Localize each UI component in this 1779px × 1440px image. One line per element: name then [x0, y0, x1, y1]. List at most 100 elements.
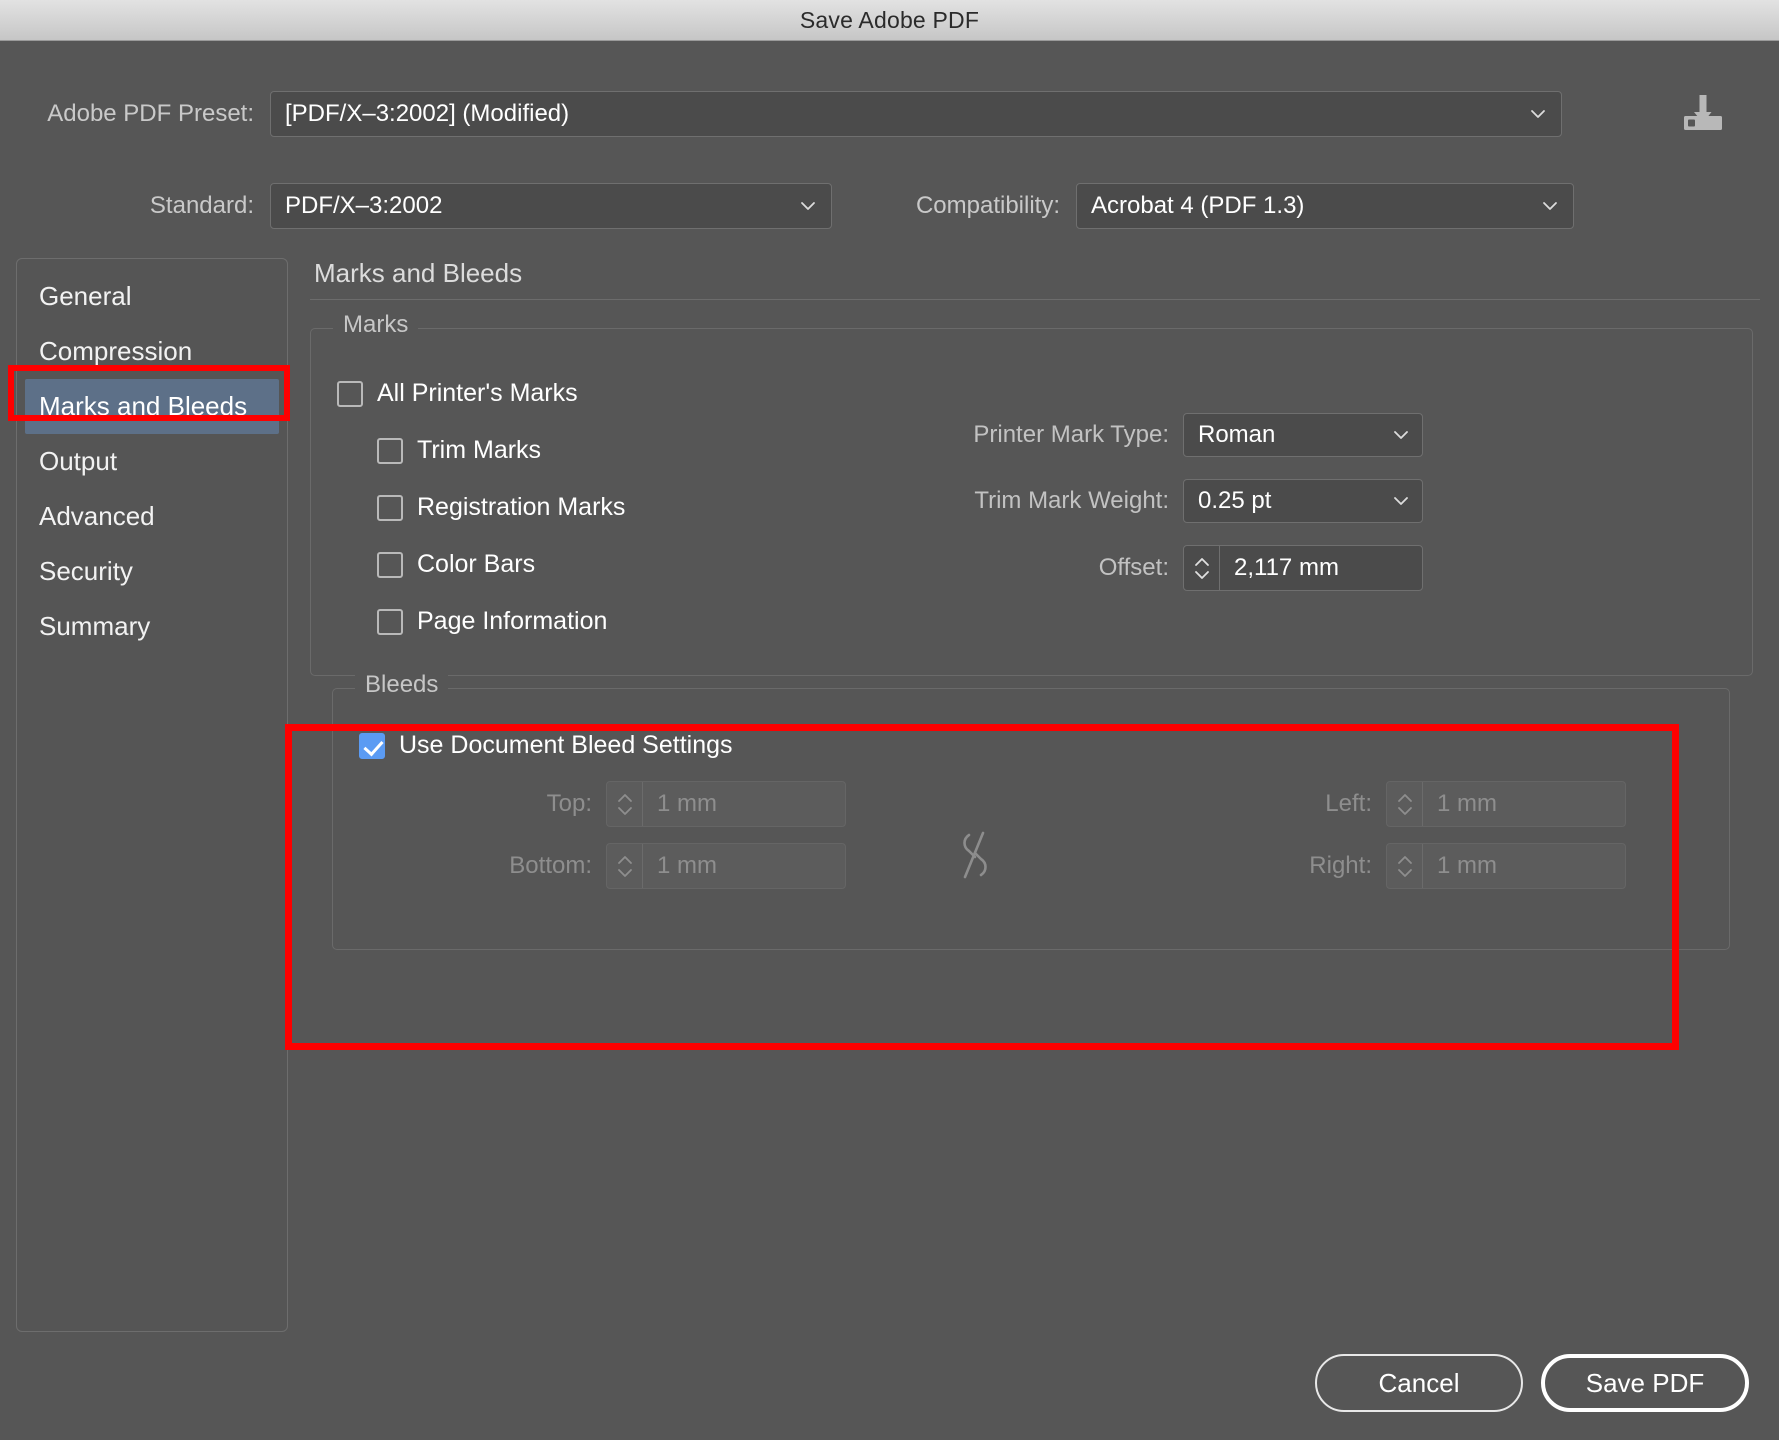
checkbox-use-document-bleed-settings[interactable]: Use Document Bleed Settings — [359, 731, 733, 760]
bleeds-group: Bleeds Use Document Bleed Settings Top: — [332, 671, 1730, 950]
printer-mark-type-label: Printer Mark Type: — [973, 421, 1169, 448]
stepper-up-icon[interactable] — [616, 855, 634, 865]
checkbox-label: Color Bars — [417, 550, 536, 578]
sidebar-item-security[interactable]: Security — [25, 544, 279, 599]
bleed-left-column: Top: 1 mm Bottom: 1 mm — [391, 781, 846, 905]
bleed-left-input[interactable]: 1 mm — [1423, 782, 1625, 826]
trim-mark-weight-value: 0.25 pt — [1198, 487, 1272, 514]
printer-mark-type-select[interactable]: Roman — [1183, 413, 1423, 457]
offset-stepper-field[interactable]: 2,117 mm — [1183, 545, 1423, 591]
trim-mark-weight-label: Trim Mark Weight: — [974, 487, 1169, 514]
marks-group: Marks All Printer's Marks Trim Marks Reg… — [310, 311, 1753, 676]
bleed-top-row: Top: 1 mm — [391, 781, 846, 827]
panel-divider — [310, 299, 1760, 300]
bleed-right-column: Left: 1 mm Right: 1 mm — [1171, 781, 1626, 905]
stepper-down-icon[interactable] — [616, 868, 634, 878]
save-pdf-button-label: Save PDF — [1585, 1367, 1705, 1398]
standard-select-value: PDF/X–3:2002 — [285, 192, 443, 219]
offset-row: Offset: 2,117 mm — [911, 545, 1423, 591]
bleed-top-label: Top: — [546, 790, 592, 817]
sidebar-item-label: Security — [39, 556, 133, 586]
bleed-right-field[interactable]: 1 mm — [1386, 843, 1626, 889]
chevron-down-icon — [1394, 497, 1408, 505]
checkbox-color-bars[interactable]: Color Bars — [377, 550, 625, 579]
marks-options-column: Printer Mark Type: Roman Trim Mark Weigh… — [911, 413, 1423, 613]
bleed-left-label: Left: — [1325, 790, 1372, 817]
sidebar-item-compression[interactable]: Compression — [25, 324, 279, 379]
panel-title: Marks and Bleeds — [314, 258, 523, 288]
checkbox-label: All Printer's Marks — [377, 379, 578, 407]
checkbox-box-icon — [377, 608, 403, 635]
checkbox-trim-marks[interactable]: Trim Marks — [377, 436, 625, 465]
dialog-footer: Cancel Save PDF — [1315, 1354, 1749, 1412]
offset-label: Offset: — [1098, 554, 1169, 581]
stepper-down-icon[interactable] — [1396, 868, 1414, 878]
preset-label: Adobe PDF Preset: — [47, 100, 254, 127]
compatibility-label: Compatibility: — [915, 192, 1060, 219]
bleed-link-toggle[interactable] — [953, 825, 997, 885]
checkbox-label: Use Document Bleed Settings — [399, 731, 733, 759]
trim-mark-weight-row: Trim Mark Weight: 0.25 pt — [911, 479, 1423, 523]
checkbox-all-printers-marks[interactable]: All Printer's Marks — [337, 379, 625, 408]
bleed-top-field[interactable]: 1 mm — [606, 781, 846, 827]
stepper-down-icon[interactable] — [616, 806, 634, 816]
standard-row: Standard: PDF/X–3:2002 Compatibility: Ac… — [0, 183, 1779, 229]
checkbox-box-icon — [377, 494, 403, 521]
bleed-left-stepper-buttons[interactable] — [1387, 782, 1423, 826]
printer-mark-type-value: Roman — [1198, 421, 1276, 448]
checkbox-label: Trim Marks — [417, 436, 542, 464]
sidebar-item-label: Advanced — [39, 501, 155, 531]
save-preset-icon — [1684, 95, 1722, 130]
sidebar-item-summary[interactable]: Summary — [25, 599, 279, 654]
checkbox-page-information[interactable]: Page Information — [377, 607, 625, 636]
checkbox-box-icon — [337, 380, 363, 407]
stepper-up-icon[interactable] — [1396, 855, 1414, 865]
bleed-bottom-label: Bottom: — [509, 852, 592, 879]
preset-select[interactable]: [PDF/X–3:2002] (Modified) — [270, 91, 1562, 137]
checkbox-registration-marks[interactable]: Registration Marks — [377, 493, 625, 522]
bleeds-group-legend: Bleeds — [355, 671, 449, 699]
save-adobe-pdf-dialog: Save Adobe PDF Adobe PDF Preset: [PDF/X–… — [0, 0, 1779, 1440]
compatibility-select[interactable]: Acrobat 4 (PDF 1.3) — [1076, 183, 1574, 229]
bleed-right-input[interactable]: 1 mm — [1423, 844, 1625, 888]
bleed-top-input[interactable]: 1 mm — [643, 782, 845, 826]
stepper-down-icon[interactable] — [1396, 806, 1414, 816]
save-pdf-button[interactable]: Save PDF — [1541, 1354, 1749, 1412]
bleed-left-row: Left: 1 mm — [1171, 781, 1626, 827]
standard-select[interactable]: PDF/X–3:2002 — [270, 183, 832, 229]
cancel-button[interactable]: Cancel — [1315, 1354, 1523, 1412]
bleed-left-field[interactable]: 1 mm — [1386, 781, 1626, 827]
sidebar-item-label: Compression — [39, 336, 193, 366]
stepper-up-icon[interactable] — [616, 793, 634, 803]
checkbox-label: Registration Marks — [417, 493, 626, 521]
checkbox-box-icon — [359, 732, 385, 759]
checkbox-box-icon — [377, 551, 403, 578]
offset-input[interactable]: 2,117 mm — [1220, 546, 1422, 590]
bleed-top-stepper-buttons[interactable] — [607, 782, 643, 826]
stepper-up-icon[interactable] — [1396, 793, 1414, 803]
sidebar-item-advanced[interactable]: Advanced — [25, 489, 279, 544]
bleed-right-label: Right: — [1309, 852, 1372, 879]
chevron-down-icon — [1394, 431, 1408, 439]
stepper-down-icon[interactable] — [1193, 570, 1211, 580]
bleed-right-stepper-buttons[interactable] — [1387, 844, 1423, 888]
sidebar-item-label: General — [39, 281, 132, 311]
trim-mark-weight-select[interactable]: 0.25 pt — [1183, 479, 1423, 523]
save-preset-button[interactable] — [1676, 88, 1730, 138]
offset-stepper-buttons[interactable] — [1184, 546, 1220, 590]
chevron-down-icon — [1531, 110, 1545, 118]
bleed-bottom-stepper-buttons[interactable] — [607, 844, 643, 888]
bleed-bottom-field[interactable]: 1 mm — [606, 843, 846, 889]
bleed-bottom-input[interactable]: 1 mm — [643, 844, 845, 888]
sidebar-item-marks-and-bleeds[interactable]: Marks and Bleeds — [25, 379, 279, 434]
preset-row: Adobe PDF Preset: [PDF/X–3:2002] (Modifi… — [0, 90, 1779, 138]
bleed-bottom-row: Bottom: 1 mm — [391, 843, 846, 889]
sidebar-item-general[interactable]: General — [25, 269, 279, 324]
stepper-up-icon[interactable] — [1193, 557, 1211, 567]
compatibility-select-value: Acrobat 4 (PDF 1.3) — [1091, 192, 1305, 219]
sidebar-item-label: Marks and Bleeds — [39, 391, 248, 421]
sidebar-item-output[interactable]: Output — [25, 434, 279, 489]
checkbox-label: Page Information — [417, 607, 608, 635]
broken-link-icon — [963, 831, 987, 879]
sidebar-item-label: Output — [39, 446, 118, 476]
